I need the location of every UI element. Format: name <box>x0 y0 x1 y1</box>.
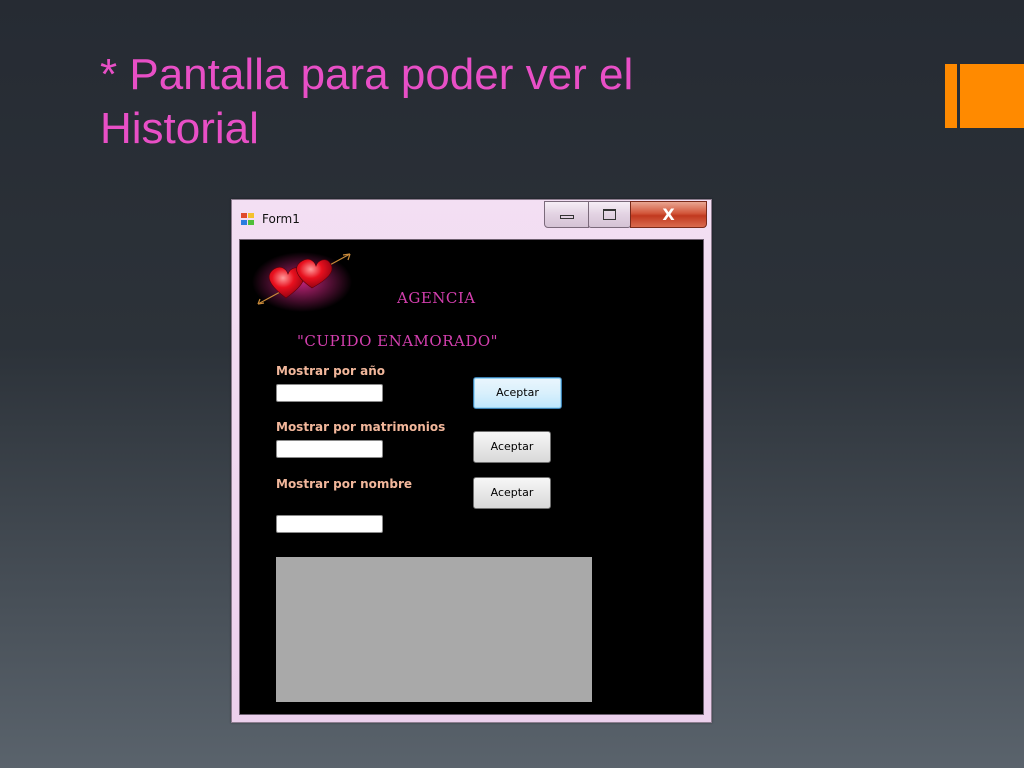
marriages-accept-button[interactable]: Aceptar <box>473 431 551 463</box>
minimize-button[interactable] <box>544 201 589 228</box>
slide-title-line1: * Pantalla para poder ver el <box>100 50 634 99</box>
close-icon: X <box>662 205 675 224</box>
close-button[interactable]: X <box>630 201 707 228</box>
slide-title: * Pantalla para poder ver el Historial <box>100 48 800 156</box>
form-window: Form1 X AGENCIA "CUPIDO ENAMORADO" Mostr… <box>231 199 712 723</box>
form-client-area: AGENCIA "CUPIDO ENAMORADO" Mostrar por a… <box>239 239 704 715</box>
window-title: Form1 <box>262 212 300 226</box>
agency-name-heading: "CUPIDO ENAMORADO" <box>297 332 499 350</box>
accent-bar <box>945 64 957 128</box>
caption-buttons: X <box>544 201 710 230</box>
maximize-icon <box>603 209 616 220</box>
year-accept-button[interactable]: Aceptar <box>473 377 562 409</box>
year-label: Mostrar por año <box>276 364 385 378</box>
accent-block <box>960 64 1024 128</box>
name-label: Mostrar por nombre <box>276 477 413 491</box>
window-titlebar[interactable]: Form1 X <box>232 200 711 238</box>
marriages-input[interactable] <box>276 440 383 458</box>
maximize-button[interactable] <box>588 201 631 228</box>
results-grid[interactable] <box>276 557 592 702</box>
form-app-icon <box>241 213 255 226</box>
name-accept-button[interactable]: Aceptar <box>473 477 551 509</box>
hearts-arrow-icon <box>252 252 352 312</box>
name-input[interactable] <box>276 515 383 533</box>
agency-heading: AGENCIA <box>397 289 476 307</box>
slide-title-line2: Historial <box>100 104 259 153</box>
minimize-icon <box>559 215 574 219</box>
marriages-label: Mostrar por matrimonios <box>276 420 446 434</box>
year-input[interactable] <box>276 384 383 402</box>
